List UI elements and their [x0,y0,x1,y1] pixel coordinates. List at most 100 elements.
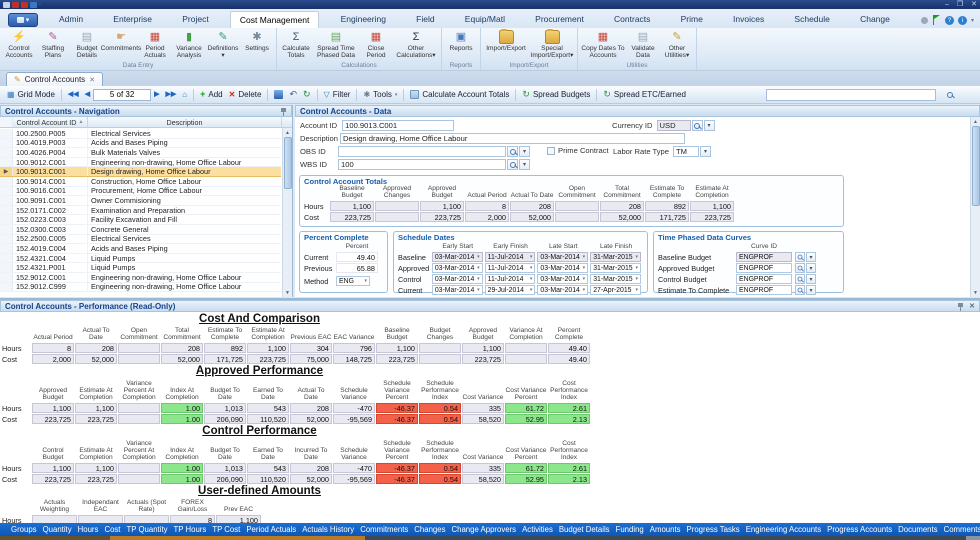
labor-rate-dropdown-button[interactable]: ▾ [700,146,711,157]
bottom-tab-tp-cost[interactable]: TP Cost [209,524,243,535]
nav-row[interactable]: 100.4026.P004Bulk Materials Valves [0,148,281,158]
ribbon-button-close-period[interactable]: ▦Close Period [359,29,393,60]
delete-button[interactable]: ✕Delete [226,90,265,99]
nav-row[interactable]: 100.2500.P005Electrical Services [0,129,281,139]
ribbon-tab-enterprise[interactable]: Enterprise [104,11,161,28]
bottom-tab-cost[interactable]: Cost [101,524,123,535]
bottom-tab-amounts[interactable]: Amounts [647,524,684,535]
bottom-tab-change-approvers[interactable]: Change Approvers [449,524,520,535]
date-select[interactable]: 31-Mar-2015▾ [590,263,641,273]
currency-id-field[interactable]: USD [657,120,691,131]
undo-button[interactable]: ↶ [286,90,300,99]
ribbon-tab-schedule[interactable]: Schedule [785,11,838,28]
grid-mode-button[interactable]: ▦Grid Mode [4,90,58,99]
wbs-lookup-button[interactable] [507,159,518,170]
ribbon-button-special-import-export[interactable]: Special Import/Export▾ [529,29,575,60]
ribbon-tab-cost-management[interactable]: Cost Management [230,11,319,28]
bottom-tab-progress-accounts[interactable]: Progress Accounts [824,524,895,535]
doc-tab-control-accounts[interactable]: ✎ Control Accounts ✕ [6,72,103,86]
nav-row[interactable]: 100.9014.C001Construction, Home Office L… [0,177,281,187]
ribbon-button-control-accounts[interactable]: ⚡Control Accounts [2,29,36,60]
data-panel-scrollbar[interactable]: ▲ ▼ [970,117,980,297]
ribbon-tab-prime[interactable]: Prime [672,11,712,28]
scroll-up-icon[interactable]: ▲ [283,128,293,137]
bottom-tab-groups[interactable]: Groups [8,524,40,535]
home-button[interactable]: ⌂ [179,90,190,99]
curve-lookup-button[interactable] [795,263,805,273]
record-indicator[interactable] [93,89,151,101]
scroll-thumb[interactable] [972,126,980,206]
bottom-tab-comments[interactable]: Comments [941,524,980,535]
refresh-icon[interactable] [30,2,37,8]
curve-id-field[interactable]: ENGPROF [736,252,792,262]
nav-row[interactable]: 152.4019.C004Acids and Bases Piping [0,244,281,254]
ribbon-tab-invoices[interactable]: Invoices [724,11,773,28]
window-icon[interactable] [3,2,10,8]
nav-row[interactable]: 100.9016.C001Procurement, Home Office La… [0,187,281,197]
nav-row[interactable]: 152.4321.C004Liquid Pumps [0,254,281,264]
nav-row[interactable]: 152.0223.C003Facility Excavation and Fil… [0,215,281,225]
ribbon-tab-equip-matl[interactable]: Equip/Matl [456,11,514,28]
date-select[interactable]: 11-Jul-2014▾ [485,274,536,284]
ribbon-tab-contracts[interactable]: Contracts [605,11,659,28]
add-button[interactable]: +Add [197,90,226,99]
nav-row[interactable]: 152.0171.C002Examination and Preparation [0,206,281,216]
date-select[interactable]: 11-Jul-2014▾ [485,263,536,273]
pin-icon[interactable] [956,302,964,311]
nav-row[interactable]: 100.9091.C001Owner Commisioning [0,196,281,206]
scroll-thumb[interactable] [284,137,292,189]
date-select[interactable]: 03-Mar-2014▾ [537,274,588,284]
last-record-button[interactable]: ▶▶ [162,90,179,99]
filter-button[interactable]: ▽Filter [321,90,354,99]
bottom-tab-engineering-accounts[interactable]: Engineering Accounts [743,524,824,535]
spread-etc-earned-button[interactable]: ↻Spread ETC/Earned [600,90,689,99]
nav-row[interactable]: 152.9012.C001Engineering non-drawing, Ho… [0,273,281,283]
help-icon[interactable]: ? [945,16,954,25]
date-select[interactable]: 31-Mar-2015▾ [590,252,641,262]
bottom-tab-period-actuals[interactable]: Period Actuals [243,524,299,535]
bottom-tab-changes[interactable]: Changes [411,524,448,535]
column-header-description[interactable]: Description [88,117,282,127]
curve-lookup-button[interactable] [795,274,805,284]
chevron-down-icon[interactable]: ▾ [971,17,974,24]
curve-dropdown-button[interactable]: ▾ [806,263,816,273]
minimize-button[interactable]: – [945,1,949,9]
date-select[interactable]: 31-Mar-2015▾ [590,274,641,284]
scroll-up-icon[interactable]: ▲ [971,117,980,126]
ribbon-tab-field[interactable]: Field [407,11,443,28]
date-select[interactable]: 03-Mar-2014▾ [432,263,483,273]
ribbon-button-definitions[interactable]: ✎Definitions ▾ [206,29,240,60]
ribbon-button-reports[interactable]: ▣Reports [444,29,478,53]
bottom-tab-tp-hours[interactable]: TP Hours [171,524,210,535]
nav-row[interactable]: ▶100.9013.C001Design drawing, Home Offic… [0,167,281,177]
save-button[interactable] [271,90,286,99]
prime-contract-checkbox[interactable] [547,147,555,155]
bottom-tab-budget-details[interactable]: Budget Details [556,524,613,535]
ribbon-tab-project[interactable]: Project [173,11,217,28]
date-select[interactable]: 03-Mar-2014▾ [432,285,483,295]
maximize-button[interactable]: ❐ [957,1,963,9]
currency-lookup-button[interactable] [692,120,703,131]
info-icon[interactable]: i [958,16,967,25]
ribbon-button-staffing-plans[interactable]: ✎Staffing Plans [36,29,70,60]
close-panel-icon[interactable]: ✕ [969,302,975,310]
bottom-tab-hours[interactable]: Hours [75,524,102,535]
calculate-account-totals-button[interactable]: Calculate Account Totals [407,90,512,99]
curve-dropdown-button[interactable]: ▾ [806,274,816,284]
date-select[interactable]: 11-Jul-2014▾ [485,252,536,262]
bottom-tab-funding[interactable]: Funding [613,524,647,535]
ribbon-button-spread-time-phased-data[interactable]: ▤Spread Time Phased Data [313,29,359,60]
ribbon-tab-procurement[interactable]: Procurement [526,11,593,28]
app-menu-button[interactable]: ▾ [8,13,38,27]
method-select[interactable]: ENG▾ [336,276,370,286]
nav-row[interactable]: 152.9012.C999Engineering non-drawing, Ho… [0,283,281,293]
scroll-down-icon[interactable]: ▼ [283,288,293,297]
close-doc-icon[interactable] [12,2,19,8]
next-record-button[interactable]: ▶ [151,90,162,99]
bottom-tab-progress-tasks[interactable]: Progress Tasks [684,524,743,535]
ribbon-button-commitments[interactable]: ☛Commitments [104,29,138,53]
bottom-tab-tp-quantity[interactable]: TP Quantity [123,524,170,535]
date-select[interactable]: 03-Mar-2014▾ [432,274,483,284]
wbs-dropdown-button[interactable]: ▾ [519,159,530,170]
date-select[interactable]: 29-Jul-2014▾ [485,285,536,295]
